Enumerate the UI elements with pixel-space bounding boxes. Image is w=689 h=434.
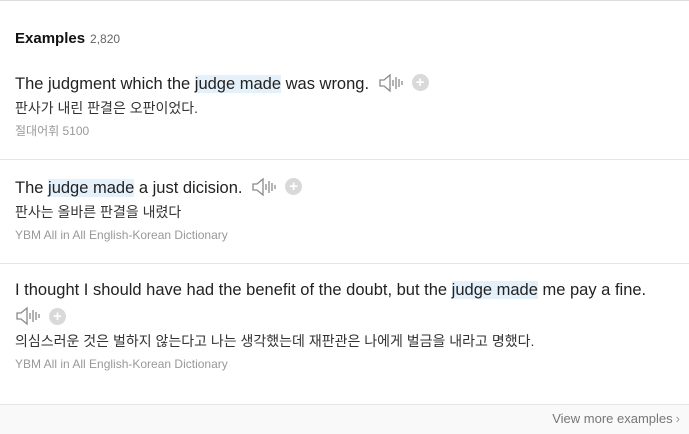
speaker-icon[interactable] [251,177,277,197]
example-source: 절대어휘 5100 [15,124,90,138]
view-more-examples-link[interactable]: View more examples › [552,411,680,426]
sentence-text-before: I thought I should have had the benefit … [15,281,452,299]
example-source: YBM All in All English-Korean Dictionary [15,357,228,371]
chevron-right-icon: › [675,411,680,426]
add-to-wordbook-button[interactable]: + [285,178,303,196]
sentence-text-before: The judgment which the [15,75,195,93]
add-to-wordbook-button[interactable]: + [49,307,66,325]
example-item-2: The judge made a just dicision. + 판사는 올바… [0,159,689,243]
example-translation: 의심스러운 것은 벌하지 않는다고 나는 생각했는데 재판관은 나에게 벌금을 … [15,333,535,349]
example-item-3: I thought I should have had the benefit … [0,263,689,372]
examples-panel: Examples 2,820 The judgment which the ju… [0,0,689,434]
sentence-text-after: a just dicision. [134,179,243,197]
example-source: YBM All in All English-Korean Dictionary [15,228,228,242]
example-sentence: The judgment which the judge made was wr… [15,73,689,95]
add-to-wordbook-button[interactable]: + [411,74,429,92]
sentence-actions: + [15,306,689,328]
example-translation: 판사가 내린 판결은 오판이었다. [15,100,198,116]
examples-count: 2,820 [90,32,121,46]
highlighted-phrase: judge made [48,179,135,197]
example-item-1: The judgment which the judge made was wr… [0,73,689,139]
view-more-bar: View more examples › [0,404,689,434]
speaker-icon[interactable] [378,73,404,93]
sentence-actions: + [378,73,429,93]
speaker-icon[interactable] [15,306,41,326]
view-more-label: View more examples [552,411,673,426]
example-sentence: The judge made a just dicision. + [15,177,689,199]
sentence-actions: + [251,177,303,197]
sentence-text-before: The [15,179,49,197]
example-sentence: I thought I should have had the benefit … [15,279,689,301]
example-translation: 판사는 올바른 판결을 내렸다 [15,204,182,220]
highlighted-phrase: judge made [451,281,538,299]
section-title: Examples [15,30,86,47]
highlighted-phrase: judge made [194,75,282,93]
examples-header: Examples 2,820 [15,30,120,47]
sentence-text-after: me pay a fine. [537,281,647,299]
sentence-text-after: was wrong. [281,75,370,93]
